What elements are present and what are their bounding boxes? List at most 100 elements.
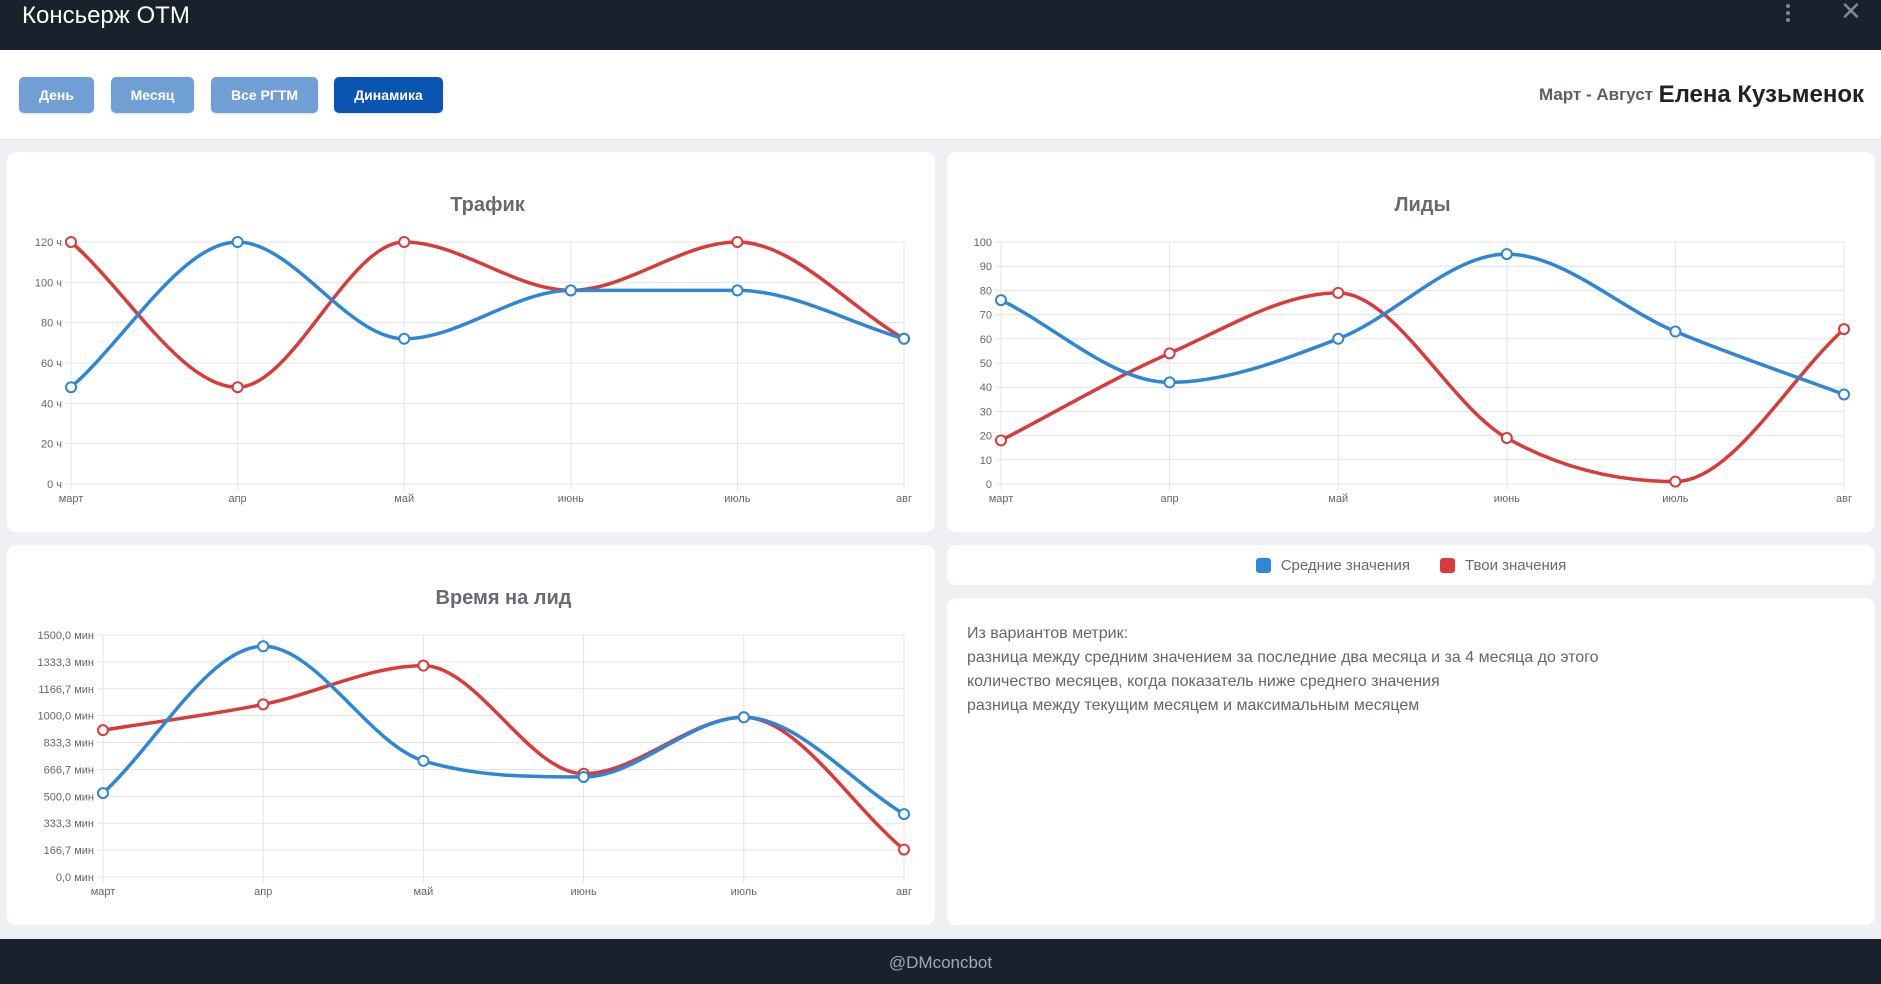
period-label: Март - Август [1538,85,1653,104]
data-point-avg[interactable] [398,332,411,345]
notes-line: количество месяцев, когда показатель ниж… [967,673,1440,690]
y-tick-label: 666,7 мин [44,764,94,776]
series-line-avg [69,240,905,389]
chart-title: Время на лид [436,587,572,609]
data-point-yours[interactable] [398,236,411,248]
y-tick-label: 1333,3 мин [38,657,94,669]
x-tick-label: май [394,493,414,505]
y-tick-label: 0 [986,479,992,491]
app-title: Консьерж ОТМ [22,2,190,29]
tab-month[interactable]: Месяц [111,77,194,113]
data-point-yours[interactable] [898,843,910,856]
close-icon[interactable]: ✕ [1840,0,1862,24]
y-tick-label: 1500,0 мин [38,630,94,642]
data-point-yours[interactable] [257,698,270,711]
user-name: Елена Кузьменок [1658,81,1864,108]
data-point-avg[interactable] [1163,376,1176,389]
traffic-chart-card: Трафик 0 ч 20 ч 40 ч 60 ч 80 ч 100 ч 120 ч март а… [7,152,935,532]
data-point-avg[interactable] [417,754,430,767]
y-tick-label: 60 [980,334,992,346]
data-point-yours[interactable] [97,724,109,737]
y-tick-label: 50 [980,358,992,370]
x-tick-label: авг [896,886,912,898]
data-point-yours[interactable] [231,381,244,394]
data-point-avg[interactable] [97,787,109,800]
y-tick-label: 1166,7 мин [38,684,94,696]
leads-chart-card: Лиды 0 10 20 30 40 50 60 70 80 90 100 март апр май июнь… [947,152,1875,532]
data-point-avg[interactable] [1500,248,1513,261]
data-point-avg[interactable] [1332,332,1345,345]
time-per-lead-chart-card: Время на лид 0,0 мин 166,7 мин 333,3 мин 500… [7,545,935,925]
data-point-avg[interactable] [231,236,244,248]
x-tick-label: апр [254,886,272,898]
data-point-yours[interactable] [1838,323,1850,336]
data-point-yours[interactable] [1500,432,1513,445]
x-tick-label: авг [896,493,912,505]
legend-item-avg[interactable]: Средние значения [1255,556,1410,574]
data-point-avg[interactable] [564,284,577,297]
y-tick-label: 0 ч [47,479,62,491]
data-point-yours[interactable] [731,236,744,248]
leads-chart: Лиды 0 10 20 30 40 50 60 70 80 90 100 март апр май июнь… [974,194,1852,505]
x-tick-label: май [1328,493,1348,505]
data-point-avg[interactable] [1669,325,1682,338]
data-point-yours[interactable] [995,434,1007,447]
y-tick-label: 20 [980,431,992,443]
x-tick-label: март [989,493,1014,505]
x-tick-label: май [413,886,433,898]
y-tick-label: 10 [980,455,992,467]
toolbar: День Месяц Все РГТМ Динамика Март - Авгу… [0,50,1881,140]
y-tick-label: 80 [980,285,992,297]
data-point-yours[interactable] [65,236,77,248]
data-point-yours[interactable] [417,659,430,672]
y-tick-label: 500,0 мин [44,791,94,803]
x-tick-label: июнь [558,493,584,505]
series-line-yours [102,663,906,851]
title-bar: Консьерж ОТМ ✕ [0,0,1881,50]
traffic-chart: Трафик 0 ч 20 ч 40 ч 60 ч 80 ч 100 ч 120 ч март а… [35,194,912,505]
data-point-avg[interactable] [898,808,910,821]
tab-dynamics[interactable]: Динамика [334,77,443,113]
data-point-avg[interactable] [731,284,744,297]
footer-credit: @DMconcbot [888,953,993,972]
x-tick-label: март [91,886,116,898]
data-point-avg[interactable] [898,332,910,345]
legend-item-yours[interactable]: Твои значения [1439,557,1566,574]
tab-day[interactable]: День [19,77,94,113]
data-point-avg[interactable] [577,770,590,783]
data-point-avg[interactable] [737,711,750,724]
data-point-avg[interactable] [995,294,1007,307]
x-tick-label: март [59,493,84,505]
data-point-yours[interactable] [1669,475,1682,488]
legend-swatch-yours [1439,557,1455,573]
chart-title: Трафик [450,194,526,216]
x-tick-label: апр [1160,493,1178,505]
data-point-avg[interactable] [257,640,270,653]
y-tick-label: 0,0 мин [56,872,94,884]
y-tick-label: 40 [980,382,992,394]
x-tick-label: июль [731,886,758,898]
y-tick-label: 70 [980,310,992,322]
data-point-avg[interactable] [1838,388,1850,401]
legend: Средние значения Твои значения [947,545,1875,585]
x-tick-label: апр [228,493,246,505]
metrics-notes-card: Из вариантов метрик: разница между средн… [947,598,1875,925]
data-point-avg[interactable] [65,381,77,394]
legend-label-avg: Средние значения [1280,556,1410,574]
y-tick-label: 40 ч [41,398,62,410]
y-tick-label: 90 [980,261,992,273]
notes-line: разница между текущим месяцем и максимал… [967,697,1420,714]
y-tick-label: 120 ч [35,237,62,249]
y-tick-label: 60 ч [41,358,62,370]
y-tick-label: 100 ч [35,277,62,289]
y-tick-label: 100 [974,237,992,249]
y-tick-label: 80 ч [41,318,62,330]
data-point-yours[interactable] [1332,286,1345,299]
x-tick-label: авг [1836,493,1852,505]
data-point-yours[interactable] [1163,347,1176,360]
vertical-dots-icon[interactable] [1782,3,1794,25]
x-tick-label: июль [724,493,751,505]
y-tick-label: 30 [980,406,992,418]
y-tick-label: 833,3 мин [44,738,94,750]
tab-all-rgtm[interactable]: Все РГТМ [211,77,318,113]
